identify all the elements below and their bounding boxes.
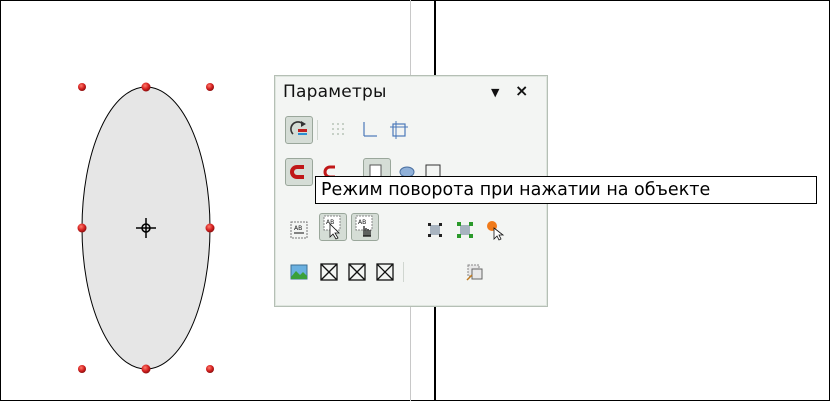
toolbar-separator — [317, 120, 318, 140]
text-frame-button[interactable]: AB — [285, 216, 313, 244]
image-placeholder-button[interactable] — [285, 258, 313, 286]
snap-to-page-margins-button[interactable] — [385, 116, 413, 144]
show-grid-button[interactable] — [325, 116, 353, 144]
simple-handles-icon — [428, 223, 442, 237]
selection-handle-bottom-left[interactable] — [78, 365, 86, 373]
large-handles-button[interactable] — [451, 216, 479, 244]
double-click-edit-button[interactable] — [461, 258, 489, 286]
dropdown-arrow-icon[interactable]: ▼ — [491, 86, 499, 99]
line-contour-only-button[interactable] — [371, 258, 399, 286]
toolbar-separator — [403, 262, 404, 282]
large-handles-icon — [457, 222, 473, 238]
selection-handle-bottom[interactable] — [141, 364, 151, 374]
svg-text:AB: AB — [294, 225, 302, 232]
text-placeholder-icon — [348, 263, 366, 281]
image-placeholder-icon — [290, 264, 308, 280]
exit-all-groups-button[interactable] — [481, 216, 509, 244]
text-frame-icon: AB — [290, 221, 308, 239]
selection-handle-top-right[interactable] — [206, 83, 214, 91]
exit-all-groups-icon — [487, 221, 505, 241]
close-button[interactable]: × — [515, 81, 528, 100]
select-text-area-only-button[interactable]: AB — [319, 213, 347, 241]
selection-handle-left[interactable] — [77, 223, 87, 233]
contour-mode-button[interactable] — [315, 258, 343, 286]
selection-handle-bottom-right[interactable] — [206, 365, 214, 373]
svg-text:AB: AB — [358, 219, 366, 226]
contour-mode-icon — [320, 263, 338, 281]
line-contour-only-icon — [376, 263, 394, 281]
snap-to-object-border-button[interactable] — [285, 158, 313, 186]
rotation-mode-button[interactable] — [285, 116, 313, 144]
helplines-while-moving-icon — [363, 122, 377, 137]
rotation-mode-icon — [290, 121, 307, 135]
double-click-edit-icon — [466, 264, 483, 281]
edit-text-on-click-icon: AB — [355, 215, 373, 237]
snap-to-page-margins-icon — [390, 121, 408, 139]
tooltip: Режим поворота при нажатии на объекте — [315, 176, 817, 204]
selection-handle-right[interactable] — [205, 223, 215, 233]
text-placeholder-button[interactable] — [343, 258, 371, 286]
helplines-button[interactable] — [355, 116, 383, 144]
show-grid-icon — [332, 123, 344, 135]
snap-to-object-border-icon — [290, 165, 304, 179]
selection-handle-top-left[interactable] — [78, 83, 86, 91]
simple-handles-button[interactable] — [421, 216, 449, 244]
select-text-area-only-icon: AB — [323, 215, 341, 240]
selection-handle-top[interactable] — [141, 82, 151, 92]
toolbar-title[interactable]: Параметры — [283, 82, 387, 102]
edit-text-on-click-button[interactable]: AB — [351, 213, 379, 241]
